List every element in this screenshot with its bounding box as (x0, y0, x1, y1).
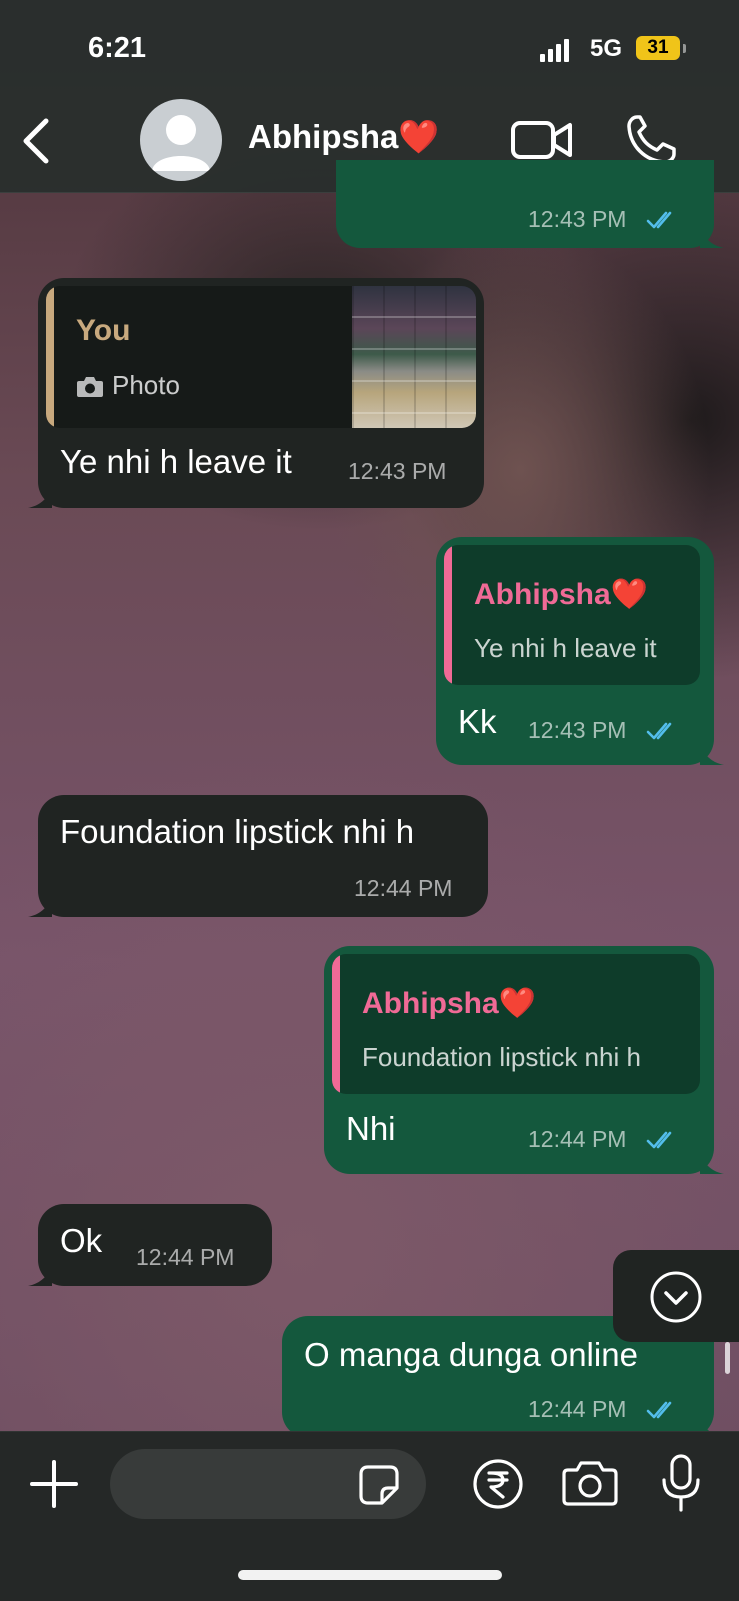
message-time: 12:44 PM (136, 1244, 235, 1270)
message-text: Foundation lipstick nhi h (60, 813, 415, 850)
quote-accent-bar (332, 954, 340, 1094)
message-text: Nhi (346, 1110, 396, 1147)
message-time: 12:44 PM (354, 875, 453, 901)
sticker-icon[interactable] (358, 1464, 400, 1506)
contact-name[interactable]: Abhipsha❤️ (248, 118, 439, 157)
plus-icon[interactable] (30, 1460, 78, 1508)
double-check-icon (646, 722, 672, 740)
message-time: 12:43 PM (348, 458, 447, 484)
rupee-icon[interactable] (472, 1458, 524, 1510)
reply-quote[interactable]: Abhipsha❤️ Ye nhi h leave it (444, 545, 700, 685)
quote-author: Abhipsha❤️ (362, 987, 537, 1020)
message-time: 12:44 PM (528, 1126, 627, 1152)
signal-icon (540, 38, 569, 62)
bubble-tail (28, 486, 52, 508)
double-check-icon (646, 1131, 672, 1149)
message-time: 12:43 PM (528, 717, 627, 743)
home-indicator[interactable] (238, 1570, 502, 1580)
double-check-icon (646, 211, 672, 229)
bubble-tail (700, 226, 724, 248)
double-check-icon (646, 1401, 672, 1419)
avatar[interactable] (140, 99, 222, 181)
mic-icon[interactable] (660, 1454, 702, 1512)
message-time: 12:44 PM (528, 1396, 627, 1422)
battery-tip (683, 44, 686, 53)
scroll-to-bottom-button[interactable] (613, 1250, 739, 1342)
quote-accent-bar (46, 286, 54, 428)
quote-text: Ye nhi h leave it (474, 633, 657, 663)
message-text: Ye nhi h leave it (60, 443, 292, 480)
camera-icon[interactable] (562, 1460, 618, 1506)
quote-text: Foundation lipstick nhi h (362, 1042, 641, 1072)
quote-accent-bar (444, 545, 452, 685)
bubble-tail (700, 743, 724, 765)
avatar-icon (152, 115, 210, 171)
scrollbar[interactable] (725, 1342, 730, 1374)
message-bubble-outgoing[interactable]: Abhipsha❤️ Ye nhi h leave it Kk 12:43 PM (436, 537, 724, 765)
message-time: 12:43 PM (528, 206, 627, 232)
chevron-down-icon (650, 1271, 702, 1323)
bubble-tail (28, 895, 52, 917)
bubble-tail (700, 1152, 724, 1174)
quote-text: Photo (112, 370, 180, 400)
bubble-tail (28, 1264, 52, 1286)
message-text: Kk (458, 703, 497, 740)
reply-quote[interactable]: You Photo (46, 286, 476, 428)
message-text: O manga dunga online (304, 1336, 638, 1373)
quote-author: You (76, 314, 131, 347)
quote-author: Abhipsha❤️ (474, 578, 649, 611)
reply-quote[interactable]: Abhipsha❤️ Foundation lipstick nhi h (332, 954, 700, 1094)
message-text: Ok (60, 1222, 103, 1259)
status-time: 6:21 (88, 32, 147, 64)
message-bubble-incoming[interactable]: Foundation lipstick nhi h 12:44 PM (28, 795, 488, 917)
message-bubble-incoming[interactable]: Ok 12:44 PM (28, 1204, 272, 1286)
battery-icon: 31 (636, 36, 680, 60)
video-call-icon[interactable] (510, 118, 574, 162)
phone-icon[interactable] (624, 113, 678, 167)
network-label: 5G (590, 35, 623, 62)
photo-thumbnail[interactable] (352, 286, 476, 428)
message-bubble-incoming[interactable]: You Photo Ye nhi h leave it 12:43 PM (28, 278, 484, 508)
message-bubble-outgoing[interactable]: Abhipsha❤️ Foundation lipstick nhi h Nhi… (324, 946, 724, 1174)
camera-small-icon (77, 377, 103, 397)
message-bubble-outgoing[interactable]: 12:43 PM (336, 160, 724, 248)
back-chevron-icon[interactable] (18, 116, 58, 166)
